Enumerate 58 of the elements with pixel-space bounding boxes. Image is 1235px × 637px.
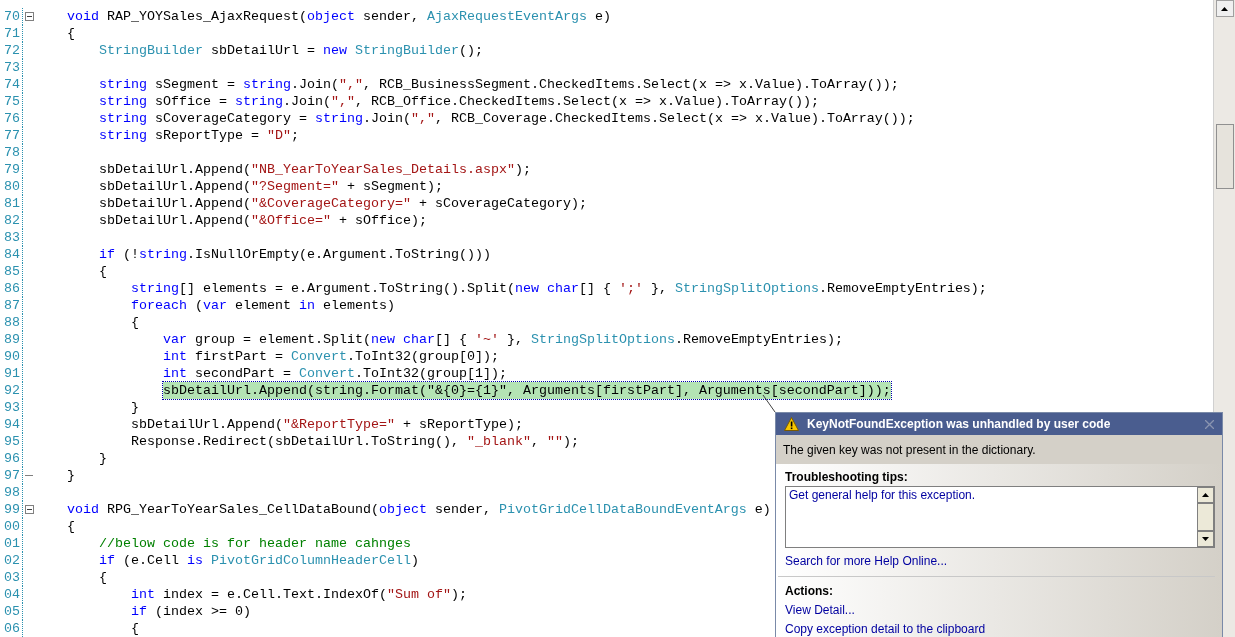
line-number: 91 <box>3 365 20 382</box>
collapse-icon[interactable] <box>24 12 34 21</box>
action-link[interactable]: View Detail... <box>785 603 855 618</box>
line-number: 95 <box>3 433 20 450</box>
line-number: 96 <box>3 450 20 467</box>
down-arrow-icon <box>1202 537 1209 541</box>
up-arrow-icon <box>1202 493 1209 497</box>
line-number: 71 <box>3 25 20 42</box>
line-number: 75 <box>3 93 20 110</box>
help-online-link[interactable]: Search for more Help Online... <box>785 554 948 568</box>
line-number: 73 <box>3 59 20 76</box>
line-number: 94 <box>3 416 20 433</box>
scroll-down-button[interactable] <box>1197 531 1214 547</box>
line-number: 04 <box>3 586 20 603</box>
line-number: 87 <box>3 297 20 314</box>
line-number: 70 <box>3 8 20 25</box>
line-number: 89 <box>3 331 20 348</box>
tips-heading: Troubleshooting tips: <box>785 469 909 485</box>
close-icon <box>1204 419 1214 429</box>
line-number: 74 <box>3 76 20 93</box>
line-number: 78 <box>3 144 20 161</box>
line-number: 01 <box>3 535 20 552</box>
collapse-icon[interactable] <box>24 505 34 514</box>
line-number: 72 <box>3 42 20 59</box>
line-number: 85 <box>3 263 20 280</box>
action-link[interactable]: Copy exception detail to the clipboard <box>785 622 986 637</box>
up-arrow-icon <box>1221 6 1228 11</box>
warning-icon <box>784 417 799 431</box>
scroll-up-button[interactable] <box>1197 487 1214 503</box>
line-number: 86 <box>3 280 20 297</box>
line-number: 99 <box>3 501 20 518</box>
leader-line <box>762 395 776 413</box>
line-number: 93 <box>3 399 20 416</box>
tip-link[interactable]: Get general help for this exception. <box>789 488 976 502</box>
line-number: 90 <box>3 348 20 365</box>
line-number: 97 <box>3 467 20 484</box>
scroll-thumb[interactable] <box>1215 124 1234 189</box>
line-number: 81 <box>3 195 20 212</box>
scroll-thumb[interactable] <box>1197 503 1214 531</box>
line-number: 77 <box>3 127 20 144</box>
line-number: 84 <box>3 246 20 263</box>
line-number: 82 <box>3 212 20 229</box>
line-number: 83 <box>3 229 20 246</box>
line-number: 79 <box>3 161 20 178</box>
line-number: 00 <box>3 518 20 535</box>
line-number: 05 <box>3 603 20 620</box>
actions-heading: Actions: <box>785 583 834 599</box>
line-number: 02 <box>3 552 20 569</box>
popup-title: KeyNotFoundException was unhandled by user code <box>807 416 1112 433</box>
tips-scrollbar[interactable] <box>1197 487 1214 547</box>
line-number: 98 <box>3 484 20 501</box>
line-number: 88 <box>3 314 20 331</box>
line-number: 80 <box>3 178 20 195</box>
line-number: 03 <box>3 569 20 586</box>
scroll-up-button[interactable] <box>1215 0 1234 17</box>
line-number: 06 <box>3 620 20 637</box>
line-number: 76 <box>3 110 20 127</box>
line-number: 92 <box>3 382 20 399</box>
